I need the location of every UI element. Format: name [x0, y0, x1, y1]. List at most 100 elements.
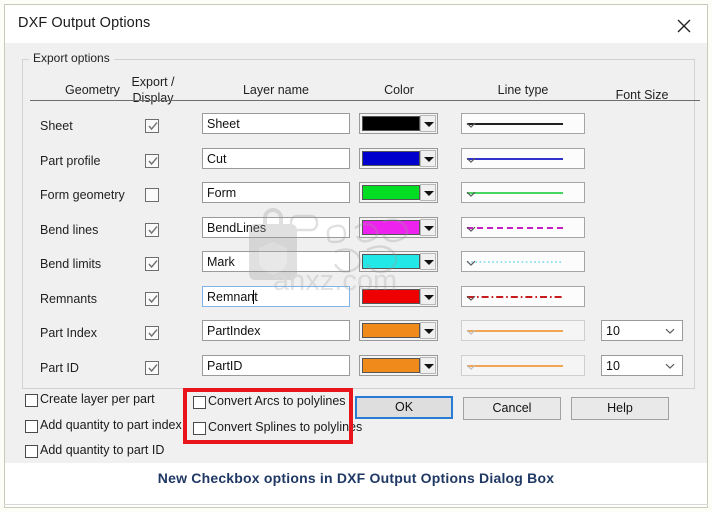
- export-display-checkbox[interactable]: [145, 257, 159, 271]
- color-dropdown-arrow[interactable]: [420, 356, 436, 374]
- color-swatch: [362, 219, 420, 235]
- highlighted-option-checkbox[interactable]: [193, 396, 206, 409]
- line-type-dropdown[interactable]: [461, 320, 585, 341]
- font-size-value: 10: [606, 324, 620, 338]
- layer-name-value: PartID: [207, 358, 243, 373]
- table-row: Bend lines BendLines: [5, 216, 707, 251]
- geometry-label: Bend lines: [40, 222, 99, 237]
- line-type-dropdown[interactable]: [461, 251, 585, 272]
- dialog-body: Export options Geometry Export / Display…: [5, 43, 707, 463]
- header-export-display-line2: Display: [132, 91, 174, 105]
- option-label: Create layer per part: [40, 392, 155, 406]
- geometry-label: Part profile: [40, 153, 101, 168]
- color-dropdown[interactable]: [359, 113, 438, 134]
- font-size-dropdown[interactable]: 10: [601, 354, 683, 376]
- layer-name-input[interactable]: Mark: [202, 251, 350, 272]
- check-icon: [148, 260, 158, 269]
- header-line-type: Line type: [497, 83, 549, 97]
- cancel-button[interactable]: Cancel: [463, 397, 561, 420]
- color-swatch: [362, 150, 420, 166]
- color-swatch: [362, 116, 420, 131]
- line-type-dropdown[interactable]: [461, 113, 585, 134]
- layer-name-input[interactable]: PartIndex: [202, 320, 350, 341]
- export-display-checkbox[interactable]: [145, 326, 159, 340]
- chevron-down-icon: [466, 364, 476, 370]
- chevron-down-icon: [665, 363, 675, 369]
- close-icon[interactable]: [673, 16, 695, 36]
- export-options-legend: Export options: [29, 51, 114, 65]
- export-display-checkbox[interactable]: [145, 188, 159, 202]
- layer-name-input[interactable]: Cut: [202, 147, 350, 169]
- highlighted-option-label: Convert Splines to polylines: [208, 420, 363, 434]
- highlighted-option-checkbox[interactable]: [193, 422, 206, 435]
- font-size-dropdown[interactable]: 10: [601, 320, 683, 341]
- line-type-dropdown[interactable]: [461, 216, 585, 238]
- layer-name-input[interactable]: Form: [202, 182, 350, 203]
- layer-name-value: Sheet: [207, 117, 240, 131]
- line-type-dropdown[interactable]: [461, 147, 585, 169]
- color-dropdown[interactable]: [359, 182, 438, 203]
- layer-name-value: Mark: [207, 255, 235, 269]
- layer-name-value: Form: [207, 186, 237, 200]
- color-dropdown-arrow[interactable]: [420, 287, 436, 305]
- help-button[interactable]: Help: [571, 397, 669, 420]
- bottom-divider: [4, 504, 708, 505]
- color-dropdown-arrow[interactable]: [420, 115, 436, 132]
- highlighted-option-label: Convert Arcs to polylines: [208, 394, 346, 408]
- check-icon: [148, 329, 158, 338]
- color-dropdown-arrow[interactable]: [420, 184, 436, 201]
- header-color: Color: [384, 83, 414, 97]
- geometry-label: Remnants: [40, 291, 97, 306]
- color-dropdown-arrow[interactable]: [420, 218, 436, 236]
- table-row: Part profile Cut: [5, 147, 707, 182]
- color-swatch: [362, 254, 420, 269]
- option-checkbox[interactable]: [25, 445, 38, 458]
- color-dropdown-arrow[interactable]: [420, 322, 436, 339]
- font-size-value: 10: [606, 358, 620, 373]
- export-display-checkbox[interactable]: [145, 360, 159, 375]
- dialog-title: DXF Output Options: [18, 15, 151, 31]
- layer-name-input[interactable]: Remnant: [202, 285, 350, 307]
- export-display-checkbox[interactable]: [145, 291, 159, 306]
- layer-name-input[interactable]: Sheet: [202, 113, 350, 134]
- export-display-checkbox[interactable]: [145, 222, 159, 237]
- export-display-checkbox[interactable]: [145, 119, 159, 133]
- color-swatch: [362, 357, 420, 373]
- table-row: Remnants Remnant: [5, 285, 707, 320]
- line-type-dropdown[interactable]: [461, 182, 585, 203]
- ok-button[interactable]: OK: [355, 396, 453, 419]
- line-type-dropdown[interactable]: [461, 285, 585, 307]
- geometry-label: Sheet: [40, 119, 73, 133]
- color-swatch: [362, 323, 420, 338]
- check-icon: [148, 225, 158, 234]
- check-icon: [148, 363, 158, 372]
- geometry-label: Part Index: [40, 326, 97, 340]
- color-dropdown[interactable]: [359, 354, 438, 376]
- color-dropdown[interactable]: [359, 216, 438, 238]
- layer-name-value: PartIndex: [207, 324, 261, 338]
- color-dropdown[interactable]: [359, 147, 438, 169]
- color-dropdown-arrow[interactable]: [420, 253, 436, 270]
- check-icon: [148, 156, 158, 165]
- option-checkbox[interactable]: [25, 394, 38, 407]
- chevron-down-icon: [466, 329, 476, 335]
- export-display-checkbox[interactable]: [145, 153, 159, 168]
- chevron-down-icon: [466, 226, 476, 232]
- geometry-label: Part ID: [40, 360, 79, 375]
- color-dropdown[interactable]: [359, 320, 438, 341]
- color-dropdown[interactable]: [359, 285, 438, 307]
- geometry-label: Form geometry: [40, 188, 125, 202]
- color-dropdown[interactable]: [359, 251, 438, 272]
- screenshot-root: DXF Output Options Export options Geomet…: [0, 0, 712, 512]
- option-checkbox[interactable]: [25, 419, 38, 433]
- table-row: Part ID PartID 10: [5, 354, 707, 389]
- chevron-down-icon: [466, 260, 476, 266]
- layer-name-input[interactable]: PartID: [202, 354, 350, 376]
- header-layer-name: Layer name: [242, 83, 309, 97]
- option-label: Add quantity to part index: [40, 417, 182, 432]
- layer-name-input[interactable]: BendLines: [202, 216, 350, 238]
- color-dropdown-arrow[interactable]: [420, 149, 436, 167]
- line-type-dropdown[interactable]: [461, 354, 585, 376]
- option-label: Add quantity to part ID: [40, 443, 165, 457]
- chevron-down-icon: [466, 191, 476, 197]
